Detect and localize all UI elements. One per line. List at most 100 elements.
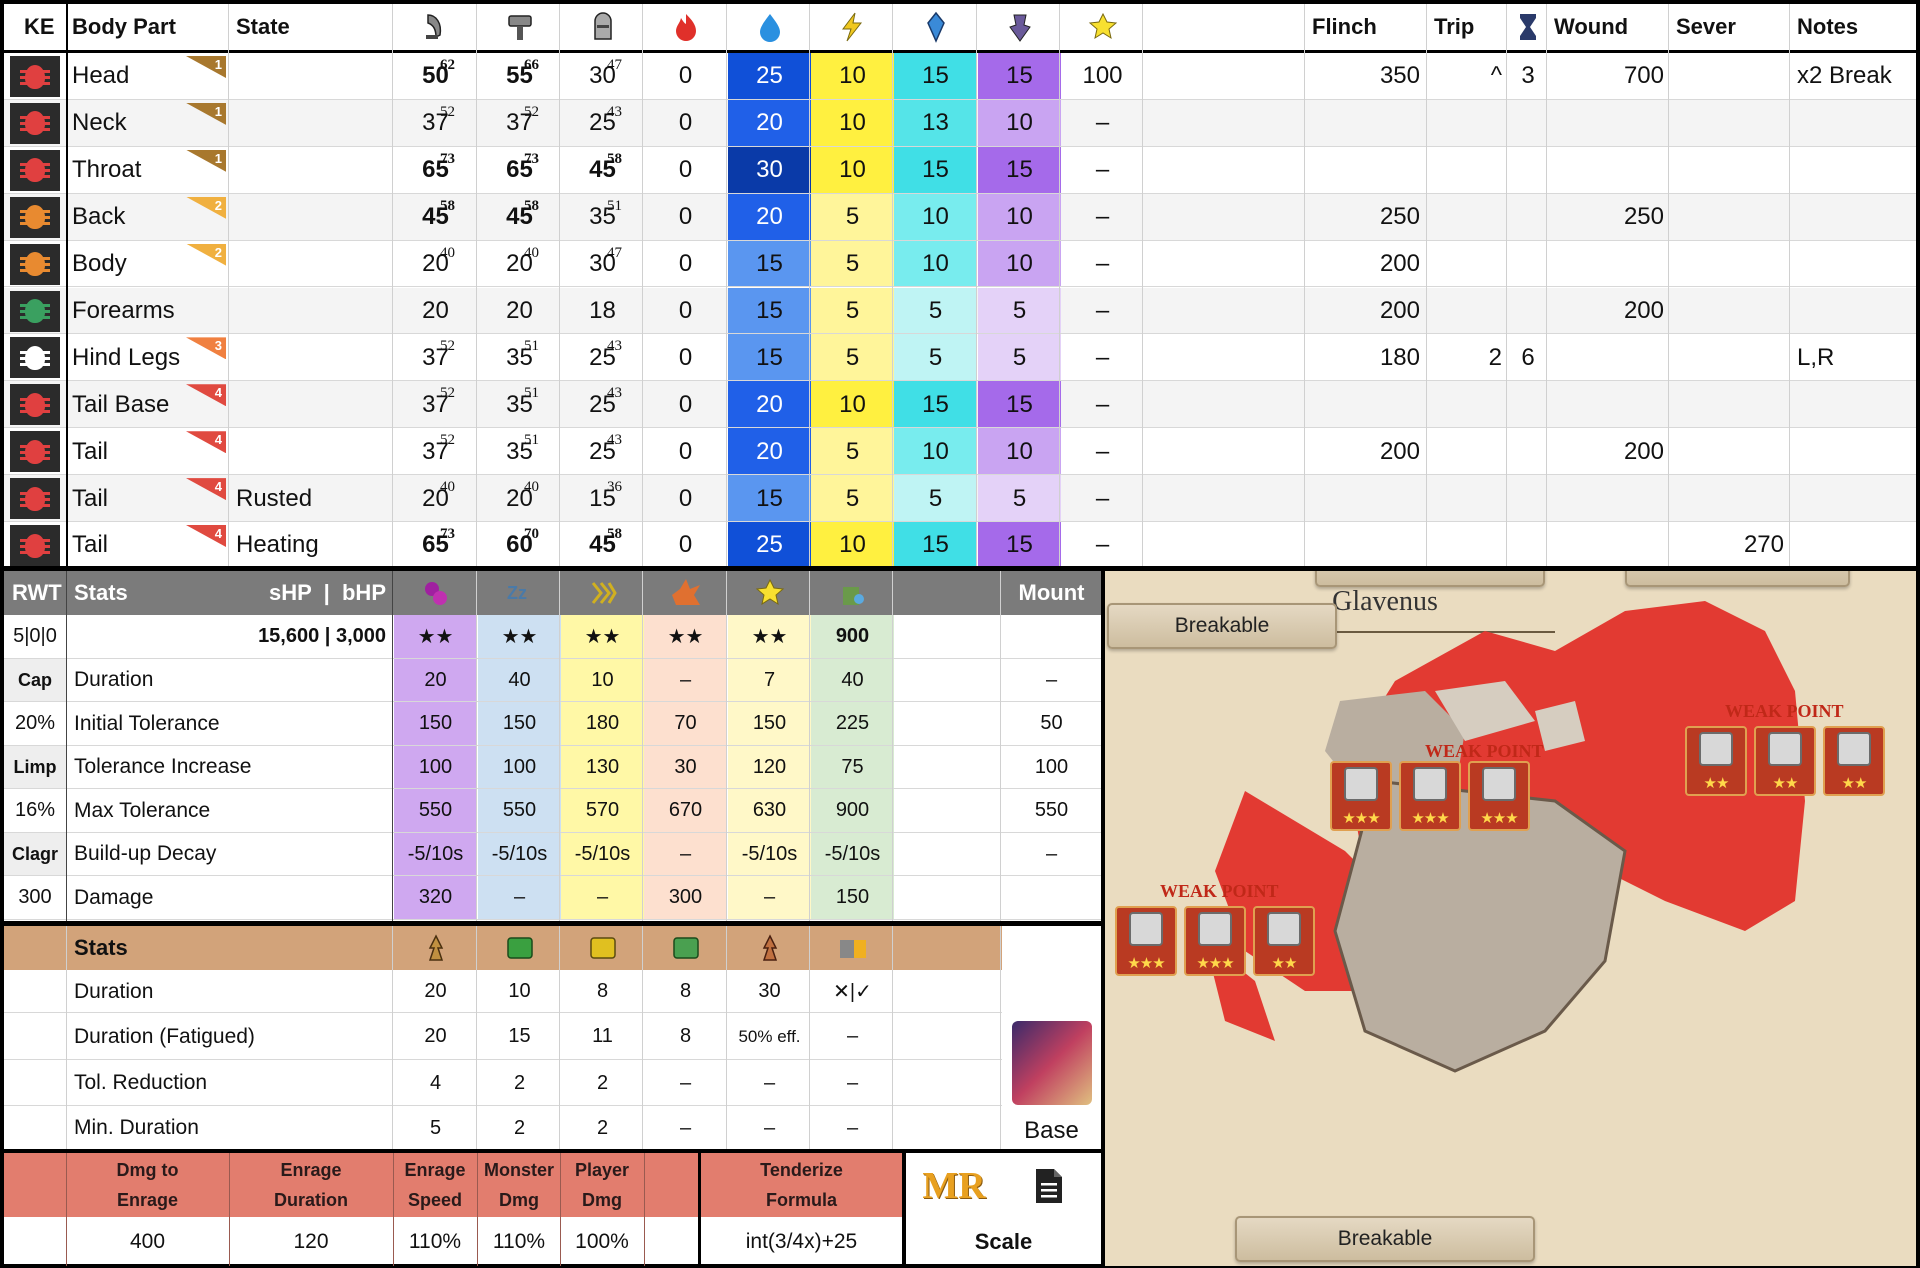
trip-value	[1428, 241, 1508, 288]
fire-value: 0	[678, 484, 693, 512]
ke-header: KE	[24, 14, 55, 39]
blunt-hitzone: 20	[506, 296, 533, 324]
cut-value: 37 52	[394, 381, 477, 428]
status-value: 320	[394, 876, 477, 920]
state-value: Heating	[236, 531, 319, 559]
exhaust-icon	[811, 571, 894, 615]
shot-value: 25 43	[561, 381, 644, 428]
cut-value: 65 73	[394, 522, 477, 569]
trap-value: 20	[424, 980, 447, 1002]
sever-value	[1670, 428, 1790, 475]
cut-value: 20	[394, 288, 477, 335]
cut-value: 37 52	[394, 100, 477, 147]
stun-value: –	[1095, 203, 1110, 231]
status-value: –	[728, 876, 811, 920]
trip-duration: 6	[1521, 343, 1535, 371]
status-value: -5/10s	[811, 832, 894, 876]
trap-value: –	[846, 1116, 859, 1139]
ice-value: 5	[894, 475, 977, 522]
enrage-header: Dmg to Enrage	[116, 1160, 179, 1210]
fire-value: 0	[678, 62, 693, 90]
weak-stars: ★★	[1841, 775, 1868, 792]
shot-value: 35 51	[561, 194, 644, 241]
trip-duration	[1508, 522, 1548, 569]
hitzone-row: Tail 4 Heating 65 73 60 70 45 58 0 25 10 15 15–270	[4, 522, 1916, 569]
trap-value: 20	[424, 1025, 447, 1047]
fire-icon	[644, 4, 727, 50]
hitzone-table: KE Body Part State Flinch Trip Wound Sev…	[4, 4, 1916, 569]
shot-break-hitzone: 51	[607, 197, 622, 214]
notes-value	[1791, 241, 1916, 288]
enrage-value: int(3/4x)+25	[745, 1229, 858, 1253]
status-value: 550	[1002, 789, 1101, 833]
state-value	[230, 288, 390, 335]
water-value: 25	[728, 53, 811, 100]
status-value: 180	[561, 702, 644, 746]
notes-value	[1791, 475, 1916, 522]
status-value: -5/10s	[478, 832, 561, 876]
state-value	[230, 241, 390, 288]
leg-breakable-label: Breakable	[1235, 1216, 1535, 1262]
status-value: 40	[811, 658, 894, 702]
status-value: -5/10s	[561, 832, 644, 876]
stun-value: –	[1095, 296, 1110, 324]
trap-value: 8	[679, 1025, 692, 1047]
ice-value: 15	[894, 381, 977, 429]
status-value: 150	[394, 702, 477, 746]
shot-value: 15 36	[561, 475, 644, 522]
ke-bug-icon	[10, 337, 60, 379]
cut-break-hitzone: 52	[440, 385, 455, 402]
water-value: 20	[728, 99, 811, 147]
status-value: 630	[728, 789, 811, 833]
document-icon[interactable]	[1004, 1155, 1094, 1217]
flinch-value: 250	[1379, 203, 1420, 231]
cut-value: 20 40	[394, 241, 477, 288]
thunder-value: 5	[811, 334, 894, 382]
cut-value: 37 52	[394, 334, 477, 381]
thunder-icon	[811, 4, 894, 50]
ice-value: 13	[894, 99, 977, 147]
status-value: 900	[811, 789, 894, 833]
status-value: 550	[478, 789, 561, 833]
blunt-icon	[1413, 767, 1447, 801]
weakness-map: Glavenus Breakable Breakable Tail: Sever…	[1105, 571, 1916, 1266]
enrage-value: 120	[293, 1229, 329, 1253]
rwt-cell: 300	[4, 876, 66, 920]
ice-value: 10	[894, 428, 977, 476]
shot-break-hitzone: 47	[607, 57, 622, 73]
fire-value: 0	[678, 390, 693, 418]
enrage-value: 110%	[408, 1229, 462, 1253]
weak-stars: ★★★	[1342, 810, 1380, 827]
blunt-value: 45 58	[478, 194, 561, 241]
shot-value: 45 58	[561, 522, 644, 569]
flinch-value: 200	[1379, 250, 1420, 278]
trip-duration	[1508, 428, 1548, 475]
mount-header: Mount	[1018, 580, 1085, 605]
water-icon	[728, 4, 811, 50]
status-value: 130	[561, 745, 644, 789]
cut-icon	[1129, 912, 1163, 946]
status-value: 150	[478, 702, 561, 746]
state-header: State	[236, 14, 290, 39]
cut-hitzone: 20	[422, 296, 449, 324]
status-stars: ★★	[561, 615, 644, 659]
status-value: 670	[644, 789, 727, 833]
blunt-break-hitzone: 40	[524, 479, 539, 496]
weak-stars: ★★★	[1411, 810, 1449, 827]
shot-break-hitzone: 58	[607, 150, 622, 167]
fire-value: 0	[678, 437, 693, 465]
head-weak-tile: ★★	[1253, 906, 1315, 976]
hp-header: sHP | bHP	[268, 580, 386, 605]
trap-value: 30	[758, 980, 781, 1002]
trap-stat-label: Tol. Reduction	[74, 1071, 208, 1094]
shot-break-hitzone: 43	[607, 338, 622, 355]
trap-stats-header: Stats	[74, 935, 128, 960]
blunt-value: 35 51	[478, 381, 561, 428]
body-weak-tile: ★★★	[1399, 761, 1461, 831]
trap-value: 2	[596, 1071, 609, 1094]
state-value	[230, 381, 390, 428]
hitzone-row: Back 2 45 58 45 58 35 51 0 20 5 10 10–250 250	[4, 193, 1916, 241]
trap-value: ✕|✓	[833, 981, 872, 1003]
notes-value	[1791, 194, 1916, 241]
blunt-break-hitzone: 66	[524, 57, 539, 73]
